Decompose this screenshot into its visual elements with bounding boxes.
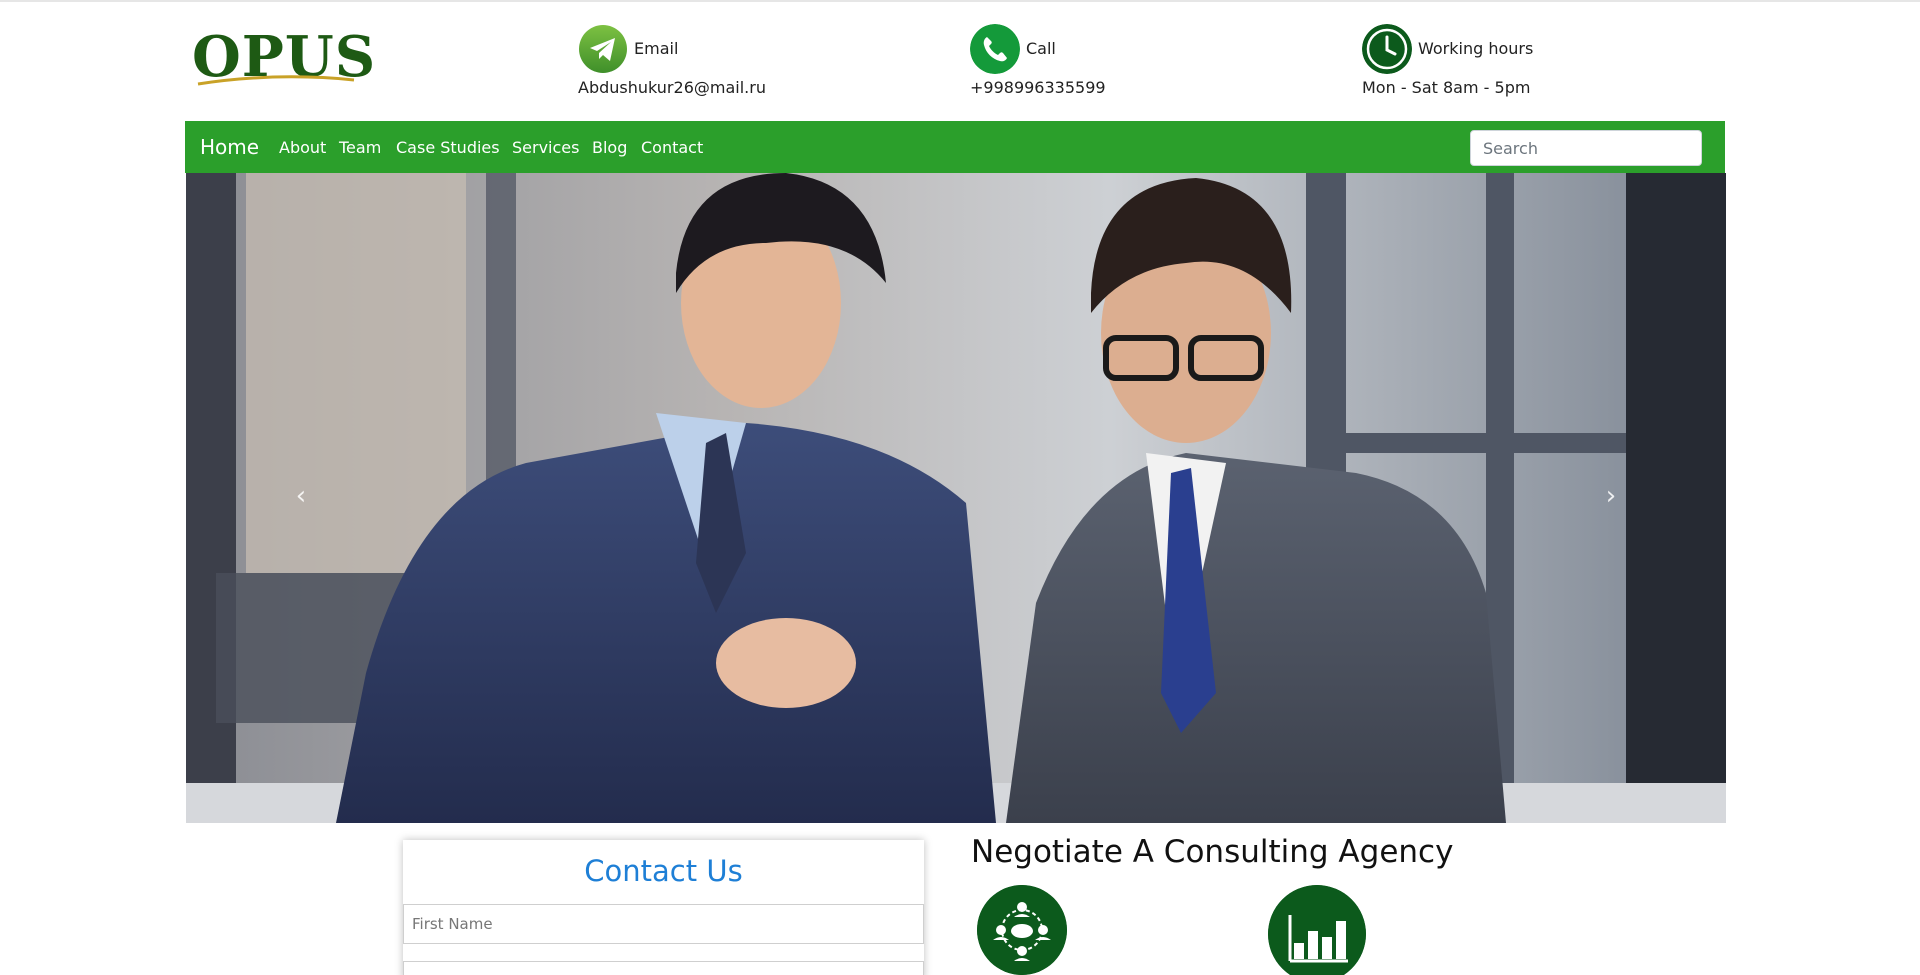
bar-chart-icon [1268,885,1366,975]
negotiate-heading: Negotiate A Consulting Agency [971,834,1454,870]
nav-about[interactable]: About [279,138,326,157]
nav-home[interactable]: Home [200,135,259,159]
contact-form: Contact Us [403,840,924,975]
header-call: Call +998996335599 [970,24,1170,100]
top-rule [0,0,1920,2]
nav-case-studies[interactable]: Case Studies [396,138,500,157]
email-label: Email [634,39,679,58]
carousel-next-button[interactable]: › [1596,476,1626,516]
main-navbar: Home About Team Case Studies Services Bl… [185,121,1725,173]
telegram-icon [579,25,627,73]
email-value[interactable]: Abdushukur26@mail.ru [578,78,766,97]
hero-carousel: ‹ › [186,173,1726,823]
search-input[interactable] [1470,130,1702,166]
nav-contact[interactable]: Contact [641,138,703,157]
first-name-field[interactable] [403,904,924,944]
carousel-prev-button[interactable]: ‹ [286,476,316,516]
nav-team[interactable]: Team [339,138,381,157]
contact-title: Contact Us [584,854,743,888]
site-logo[interactable]: OPUS [192,26,375,88]
hero-image [186,173,1726,823]
team-network-icon [977,885,1067,975]
hours-label: Working hours [1418,39,1534,58]
logo-swoosh [197,75,355,86]
nav-blog[interactable]: Blog [592,138,627,157]
header-hours: Working hours Mon - Sat 8am - 5pm [1362,24,1562,100]
chevron-right-icon: › [1605,481,1617,511]
hours-value: Mon - Sat 8am - 5pm [1362,78,1531,97]
header-email: Email Abdushukur26@mail.ru [578,24,818,100]
nav-services[interactable]: Services [512,138,579,157]
clock-icon [1362,24,1412,74]
next-field[interactable] [403,961,924,975]
call-label: Call [1026,39,1056,58]
chevron-left-icon: ‹ [295,481,307,511]
phone-icon [970,24,1020,74]
call-value[interactable]: +998996335599 [970,78,1106,97]
